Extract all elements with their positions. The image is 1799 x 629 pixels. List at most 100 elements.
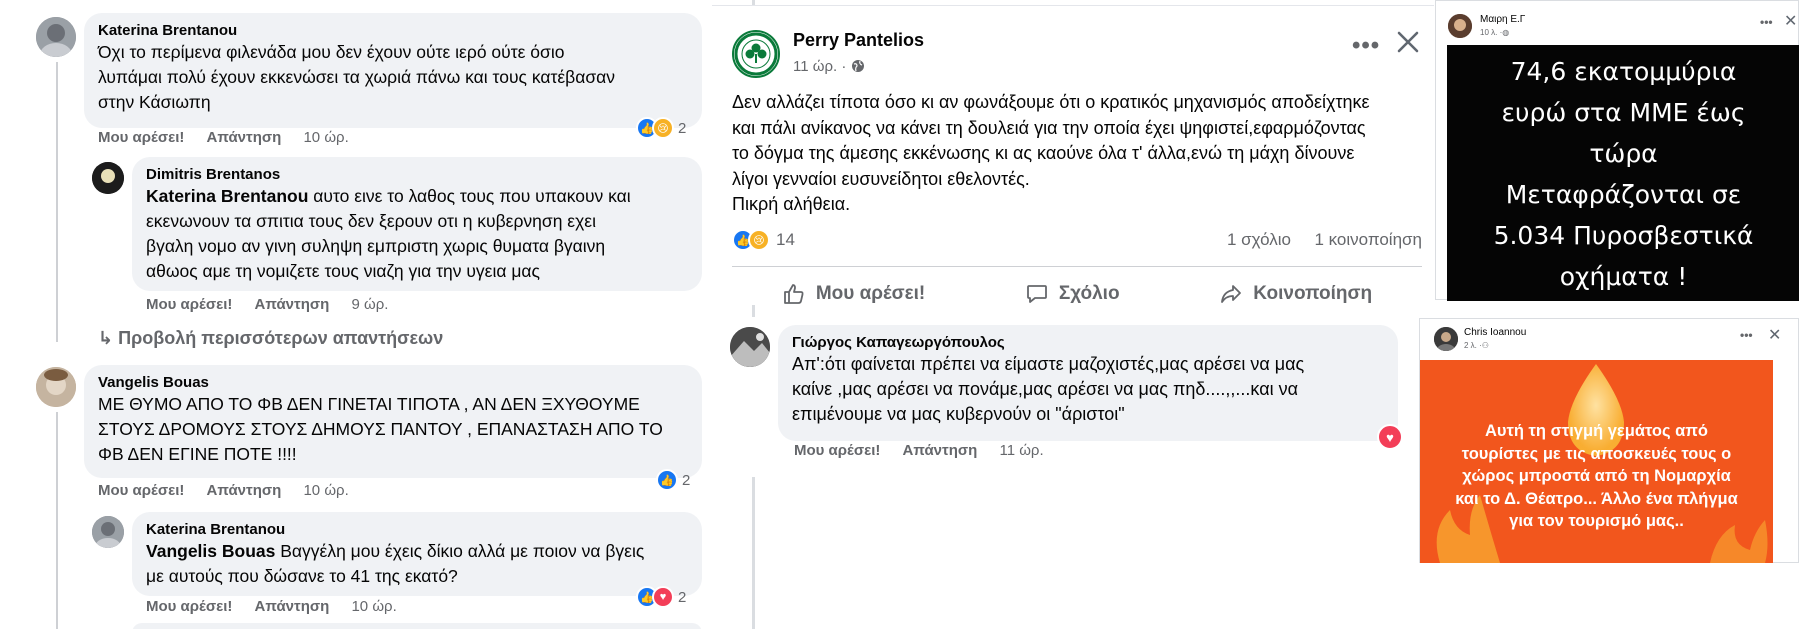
- comment-timestamp[interactable]: 10 ώρ.: [303, 482, 348, 499]
- avatar[interactable]: [1434, 327, 1458, 351]
- comment-actions: Μου αρέσει! Απάντηση 9 ώρ.: [146, 296, 388, 314]
- post-author[interactable]: Perry Pantelios: [793, 30, 924, 51]
- thread-line: [56, 412, 58, 629]
- divider: [732, 266, 1422, 267]
- comment-reactions[interactable]: 👍 2: [656, 468, 690, 492]
- comment-icon: [1026, 285, 1047, 303]
- comment-actions: Μου αρέσει! Απάντηση 11 ώρ.: [794, 442, 1044, 460]
- mention-tag[interactable]: Katerina Brentanou: [146, 186, 308, 206]
- more-icon[interactable]: •••: [1760, 15, 1773, 29]
- reply-button[interactable]: Απάντηση: [207, 129, 282, 146]
- avatar[interactable]: [1448, 14, 1472, 38]
- comment-author[interactable]: Vangelis Bouas: [98, 373, 690, 392]
- comment-reactions[interactable]: ♥: [1377, 424, 1403, 450]
- close-icon[interactable]: ✕: [1768, 325, 1781, 345]
- comment-actions: Μου αρέσει! Απάντηση 10 ώρ.: [146, 598, 397, 616]
- reaction-count: 2: [678, 588, 687, 606]
- comment-timestamp[interactable]: 9 ώρ.: [351, 296, 388, 313]
- comment-text: Katerina Brentanou αυτο εινε το λαθος το…: [146, 186, 631, 281]
- thumbs-up-icon: [783, 284, 804, 304]
- close-icon[interactable]: ✕: [1784, 11, 1797, 31]
- avatar[interactable]: [92, 516, 124, 548]
- friends-icon: ⚇: [1481, 341, 1489, 350]
- share-icon: [1221, 285, 1242, 303]
- story-timestamp[interactable]: 10 λ. ·◍: [1480, 28, 1509, 37]
- comment-text: ΜΕ ΘΥΜΟ ΑΠΟ ΤΟ ΦΒ ΔΕΝ ΓΙΝΕΤΑΙ ΤΙΠΟΤΑ , Α…: [98, 394, 663, 464]
- comments-count[interactable]: 1 σχόλιο: [1227, 230, 1291, 249]
- like-button[interactable]: Μου αρέσει!: [98, 129, 184, 146]
- like-button[interactable]: Μου αρέσει!: [782, 274, 925, 314]
- post-reactions[interactable]: 👍 😢 14: [732, 228, 795, 252]
- avatar-photo-icon: [36, 367, 76, 407]
- reaction-count: 2: [678, 119, 687, 137]
- love-icon: ♥: [652, 586, 674, 608]
- reply-button[interactable]: Απάντηση: [255, 296, 330, 313]
- reply-button[interactable]: Απάντηση: [207, 482, 282, 499]
- sad-icon: 😢: [652, 117, 674, 139]
- mention-tag[interactable]: Vangelis Bouas: [146, 541, 275, 561]
- close-x-icon: [1397, 31, 1419, 53]
- comment-reactions[interactable]: 👍 😢 2: [636, 116, 686, 140]
- post-timestamp[interactable]: 11 ώρ. ·: [793, 58, 865, 75]
- like-icon: 👍: [656, 469, 678, 491]
- like-button[interactable]: Μου αρέσει!: [146, 296, 232, 313]
- avatar-photo-icon: [92, 162, 124, 194]
- story-text: Αυτή τη στιγμή γεμάτος από τουρίστες με …: [1455, 422, 1738, 530]
- story-card[interactable]: Chris Ioannou 2 λ. ·⚇ ••• ✕ Αυτή τη στιγ…: [1419, 318, 1799, 563]
- clover-logo-icon: [734, 32, 778, 76]
- comment-author[interactable]: Dimitris Brentanos: [146, 165, 690, 184]
- club-logo-icon[interactable]: [732, 30, 780, 78]
- comment-text: Vangelis Bouas Βαγγέλη μου έχεις δίκιο α…: [146, 541, 645, 586]
- avatar-photo-icon: [730, 327, 770, 367]
- shares-count[interactable]: 1 κοινοποίηση: [1314, 230, 1422, 249]
- avatar-photo-icon: [1448, 14, 1472, 38]
- reply-button[interactable]: Απάντηση: [903, 442, 978, 459]
- comment-actions: Μου αρέσει! Απάντηση 10 ώρ.: [98, 482, 349, 500]
- post-card: Perry Pantelios 11 ώρ. · ••• Δεν αλλάζει…: [712, 5, 1434, 305]
- story-card[interactable]: Μαιρη Ε.Γ 10 λ. ·◍ ••• ✕ 74,6 εκατομμύρι…: [1435, 0, 1799, 301]
- comment-author[interactable]: Katerina Brentanou: [146, 520, 690, 539]
- view-more-replies-link[interactable]: ↳ Προβολή περισσότερων απαντήσεων: [98, 328, 443, 349]
- post-comment: Γιώργος Καπαγεωργόπουλος Απ':ότι φαίνετα…: [712, 317, 1432, 477]
- more-icon[interactable]: •••: [1352, 32, 1380, 60]
- sad-icon: 😢: [748, 229, 770, 251]
- comment-author[interactable]: Katerina Brentanou: [98, 21, 690, 40]
- avatar[interactable]: [730, 327, 770, 367]
- comment-reactions[interactable]: 👍 ♥ 2: [636, 585, 686, 609]
- like-button[interactable]: Μου αρέσει!: [794, 442, 880, 459]
- comment-timestamp[interactable]: 10 ώρ.: [303, 129, 348, 146]
- avatar-photo-icon: [36, 17, 76, 57]
- comment-bubble: Γιώργος Καπαγεωργόπουλος Απ':ότι φαίνετα…: [778, 325, 1398, 441]
- story-timestamp[interactable]: 2 λ. ·⚇: [1464, 341, 1489, 350]
- comment-actions: Μου αρέσει! Απάντηση 10 ώρ.: [98, 129, 349, 147]
- like-button[interactable]: Μου αρέσει!: [98, 482, 184, 499]
- avatar[interactable]: [36, 17, 76, 57]
- post-counts: 1 σχόλιο 1 κοινοποίηση: [1227, 230, 1422, 250]
- avatar-photo-icon: [92, 516, 124, 548]
- comment-bubble: Katerina Brentanou Όχι το περίμενα φιλεν…: [84, 13, 702, 128]
- globe-icon: ◍: [1502, 28, 1510, 37]
- love-icon: ♥: [1377, 424, 1403, 450]
- avatar[interactable]: [36, 367, 76, 407]
- reply-arrow-icon: ↳: [98, 328, 119, 348]
- more-icon[interactable]: •••: [1740, 328, 1753, 342]
- post-stats: 👍 😢 14 1 σχόλιο 1 κοινοποίηση: [732, 228, 1422, 254]
- reply-bubble: Katerina Brentanou Vangelis Bouas Βαγγέλ…: [132, 512, 702, 596]
- share-button[interactable]: Κοινοποίηση: [1219, 274, 1372, 314]
- comment-timestamp[interactable]: 11 ώρ.: [999, 442, 1043, 459]
- like-button[interactable]: Μου αρέσει!: [146, 598, 232, 615]
- reply-button[interactable]: Απάντηση: [255, 598, 330, 615]
- comment-text: Απ':ότι φαίνεται πρέπει να είμαστε μαζοχ…: [792, 354, 1305, 424]
- reply-bubble: Dimitris Brentanos Katerina Brentanou αυ…: [132, 157, 702, 291]
- story-author[interactable]: Chris Ioannou: [1464, 327, 1526, 338]
- reaction-count: 14: [776, 230, 795, 249]
- close-icon[interactable]: [1394, 28, 1422, 61]
- avatar[interactable]: [92, 162, 124, 194]
- comment-author[interactable]: Γιώργος Καπαγεωργόπουλος: [792, 333, 1386, 352]
- story-author[interactable]: Μαιρη Ε.Γ: [1480, 14, 1525, 25]
- comment-timestamp[interactable]: 10 ώρ.: [351, 598, 396, 615]
- comments-thread: Katerina Brentanou Όχι το περίμενα φιλεν…: [0, 0, 712, 629]
- comment-bubble: Vangelis Bouas ΜΕ ΘΥΜΟ ΑΠΟ ΤΟ ΦΒ ΔΕΝ ΓΙΝ…: [84, 365, 702, 478]
- comment-button[interactable]: Σχόλιο: [1025, 274, 1120, 314]
- reaction-count: 2: [682, 471, 691, 489]
